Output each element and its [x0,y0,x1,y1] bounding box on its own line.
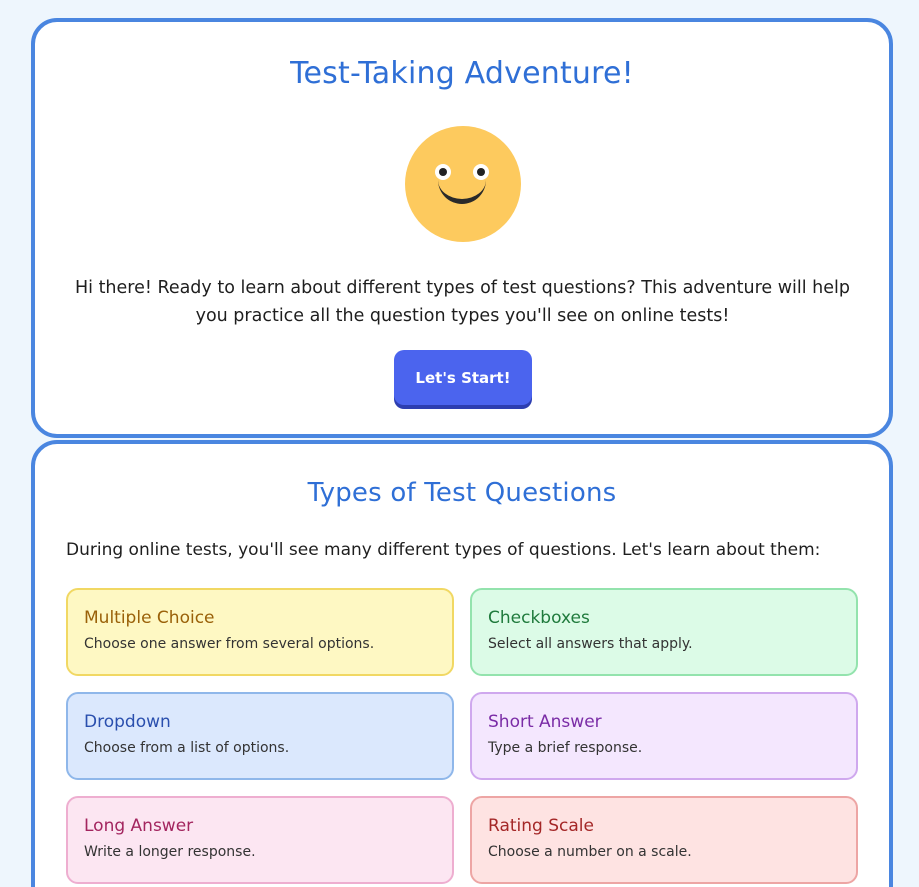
section-intro: During online tests, you'll see many dif… [66,540,821,560]
question-type-checkboxes: Checkboxes Select all answers that apply… [470,588,858,676]
question-type-name: Rating Scale [488,816,594,836]
question-type-multiple-choice: Multiple Choice Choose one answer from s… [66,588,454,676]
question-type-name: Dropdown [84,712,171,732]
intro-card: Test-Taking Adventure! Hi there! Ready t… [31,18,893,438]
question-type-rating-scale: Rating Scale Choose a number on a scale. [470,796,858,884]
intro-text: Hi there! Ready to learn about different… [74,278,851,326]
question-type-desc: Choose from a list of options. [84,740,290,756]
question-type-short-answer: Short Answer Type a brief response. [470,692,858,780]
start-button[interactable]: Let's Start! [394,350,532,405]
question-type-desc: Select all answers that apply. [488,636,693,652]
question-type-dropdown: Dropdown Choose from a list of options. [66,692,454,780]
question-type-desc: Type a brief response. [488,740,643,756]
question-type-name: Long Answer [84,816,194,836]
smiley-face-icon [405,126,521,242]
question-type-desc: Write a longer response. [84,844,256,860]
question-type-desc: Choose a number on a scale. [488,844,692,860]
smile-mouth [438,174,486,204]
section-title: Types of Test Questions [307,478,617,508]
question-type-name: Short Answer [488,712,602,732]
question-type-long-answer: Long Answer Write a longer response. [66,796,454,884]
page-title: Test-Taking Adventure! [290,56,634,91]
question-type-name: Checkboxes [488,608,590,628]
question-type-name: Multiple Choice [84,608,215,628]
question-types-card: Types of Test Questions During online te… [31,440,893,887]
question-type-desc: Choose one answer from several options. [84,636,375,652]
